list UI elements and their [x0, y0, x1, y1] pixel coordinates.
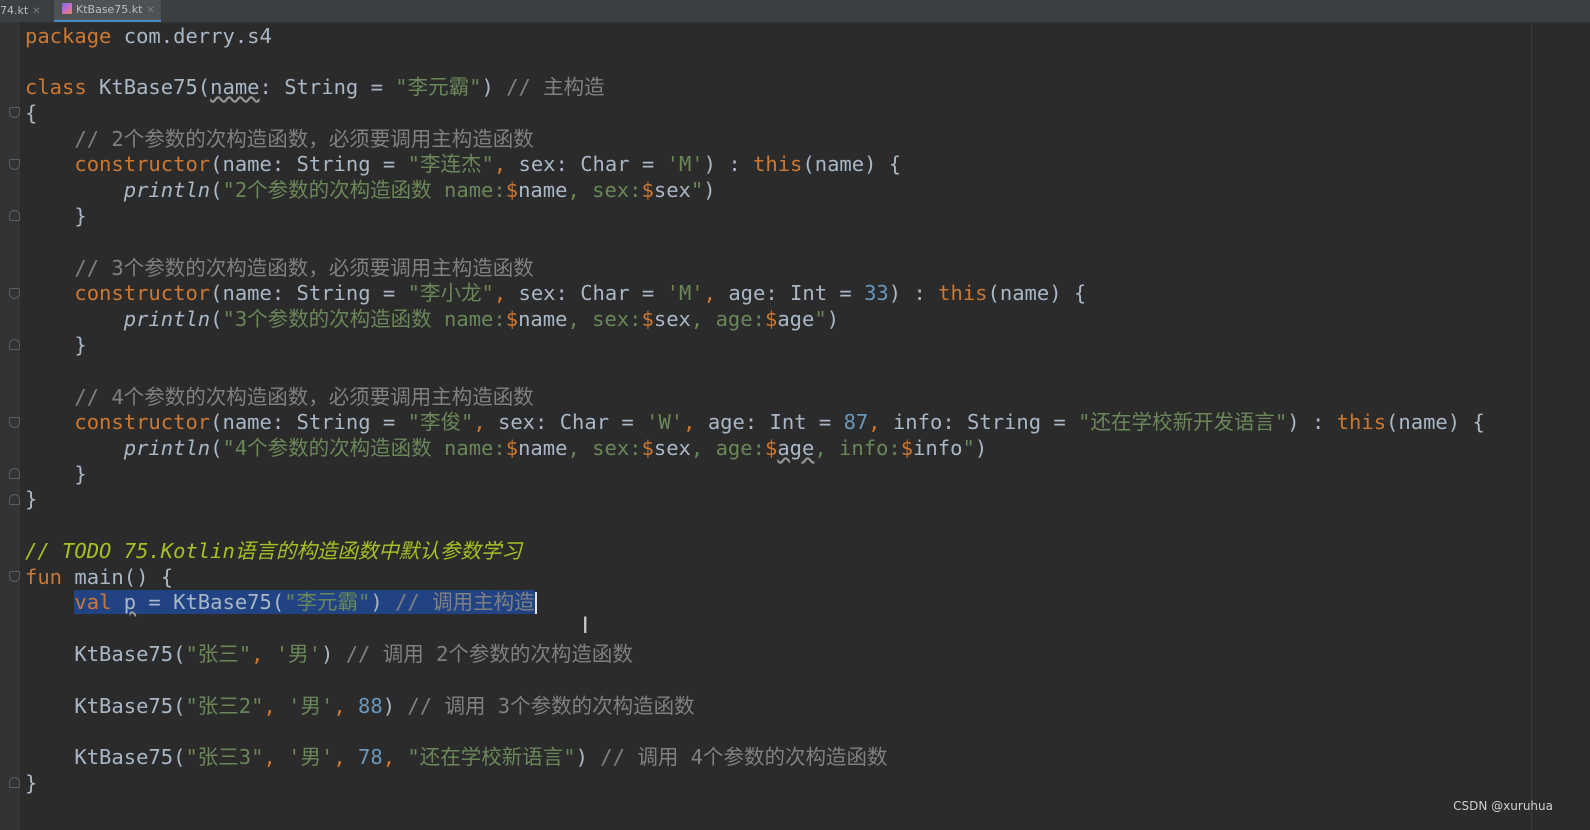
right-margin-guide [1531, 22, 1532, 830]
code-line: } [25, 771, 38, 795]
editor-tab-bar: 74.kt ✕ KtBase75.kt ✕ [0, 0, 1590, 23]
code-line-selected[interactable]: val p = KtBase75("李元霸") // 调用主构造 [25, 589, 537, 615]
kotlin-file-icon [62, 3, 72, 14]
code-line: println("3个参数的次构造函数 name:$name, sex:$sex… [123, 307, 840, 331]
watermark: CSDN @xuruhua [1453, 799, 1553, 813]
code-line: println("4个参数的次构造函数 name:$name, sex:$sex… [123, 436, 988, 460]
tab-ktbase75[interactable]: KtBase75.kt ✕ [54, 0, 161, 22]
code-line: constructor(name: String = "李俊", sex: Ch… [74, 410, 1485, 434]
tab-ktbase74[interactable]: 74.kt ✕ [0, 0, 41, 22]
tab-label: 74.kt [0, 4, 29, 17]
fold-start-icon[interactable] [9, 107, 20, 118]
code-line: // 3个参数的次构造函数，必须要调用主构造函数 [74, 256, 534, 280]
code-line: fun main() { [25, 565, 174, 589]
code-line: class KtBase75(name: String = "李元霸") // … [25, 75, 605, 99]
code-line: // TODO 75.Kotlin语言的构造函数中默认参数学习 [25, 539, 522, 563]
text-caret [534, 592, 537, 614]
text-selection: val p = KtBase75("李元霸") // 调用主构造 [74, 590, 535, 614]
code-line: } [74, 333, 87, 357]
code-line: KtBase75("张三", '男') // 调用 2个参数的次构造函数 [25, 642, 633, 666]
code-line: package com.derry.s4 [25, 24, 272, 48]
code-line: { [25, 101, 38, 125]
fold-end-icon[interactable] [9, 339, 20, 350]
code-line: } [74, 462, 87, 486]
fold-start-icon[interactable] [9, 288, 20, 299]
close-icon[interactable]: ✕ [147, 5, 155, 16]
code-line: } [25, 487, 38, 511]
fold-start-icon[interactable] [9, 571, 20, 582]
close-icon[interactable]: ✕ [32, 6, 40, 17]
code-line: // 2个参数的次构造函数，必须要调用主构造函数 [74, 127, 534, 151]
tab-label: KtBase75.kt [76, 3, 143, 16]
fold-start-icon[interactable] [9, 159, 20, 170]
fold-start-icon[interactable] [9, 417, 20, 428]
code-line: KtBase75("张三3", '男', 78, "还在学校新语言") // 调… [25, 745, 888, 769]
fold-end-icon[interactable] [9, 468, 20, 479]
mouse-ibeam-cursor-icon: I [582, 614, 589, 639]
code-line: // 4个参数的次构造函数，必须要调用主构造函数 [74, 385, 534, 409]
code-line: } [74, 204, 87, 228]
code-line: KtBase75("张三2", '男', 88) // 调用 3个参数的次构造函… [25, 694, 695, 718]
fold-end-icon[interactable] [9, 210, 20, 221]
code-line: println("2个参数的次构造函数 name:$name, sex:$sex… [123, 178, 716, 202]
code-line: constructor(name: String = "李连杰", sex: C… [74, 152, 902, 176]
code-editor[interactable]: package com.derry.s4 class KtBase75(name… [0, 22, 1590, 830]
code-line: constructor(name: String = "李小龙", sex: C… [74, 281, 1087, 305]
fold-end-icon[interactable] [9, 777, 20, 788]
fold-end-icon[interactable] [9, 494, 20, 505]
